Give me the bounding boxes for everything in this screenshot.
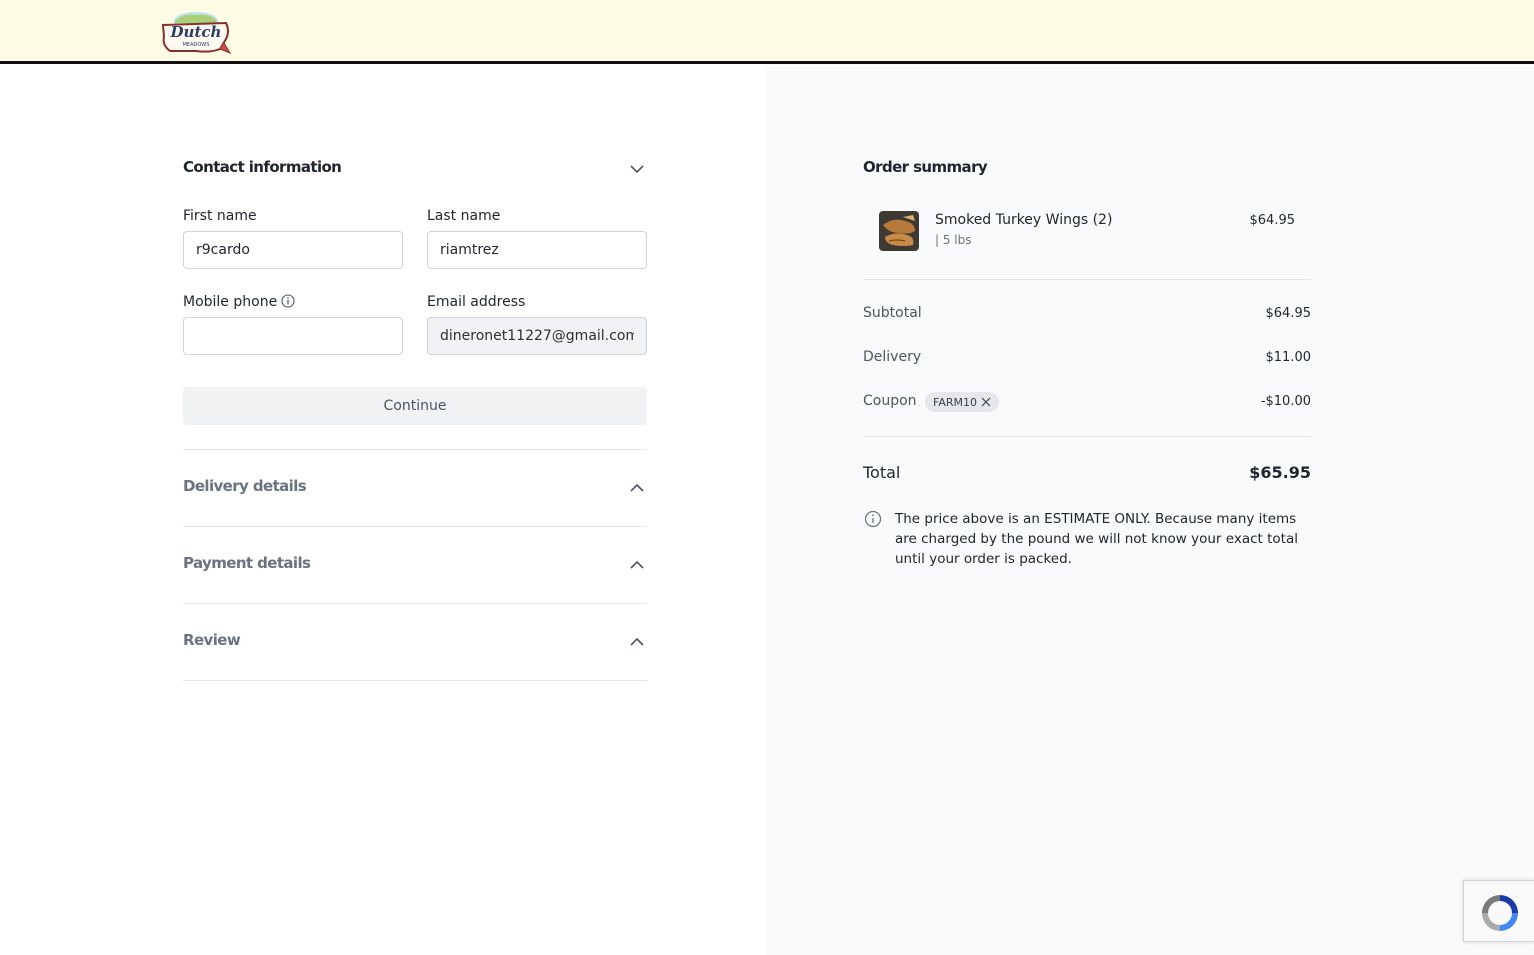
payment-section-title[interactable]: Payment details xyxy=(183,554,311,572)
divider xyxy=(183,680,647,681)
info-icon[interactable] xyxy=(281,294,295,308)
product-weight: | 5 lbs xyxy=(935,233,972,247)
chevron-up-icon[interactable] xyxy=(628,479,646,497)
coupon-label: Coupon xyxy=(863,393,917,409)
continue-button[interactable]: Continue xyxy=(183,387,647,425)
logo-subtext: MEADOWS xyxy=(183,42,210,48)
coupon-value: -$10.00 xyxy=(1260,394,1311,409)
divider xyxy=(183,526,647,527)
estimate-note: The price above is an ESTIMATE ONLY. Bec… xyxy=(895,511,1298,567)
chevron-down-icon[interactable] xyxy=(628,160,646,178)
product-thumbnail xyxy=(879,211,919,251)
product-name: Smoked Turkey Wings (2) xyxy=(935,212,1113,228)
subtotal-value: $64.95 xyxy=(1265,306,1312,321)
email-label: Email address xyxy=(427,294,526,310)
divider xyxy=(183,603,647,604)
contact-section-title[interactable]: Contact information xyxy=(183,158,342,176)
last-name-label: Last name xyxy=(427,208,501,224)
product-price: $64.95 xyxy=(1249,213,1296,228)
delivery-value: $11.00 xyxy=(1265,350,1312,365)
chevron-up-icon[interactable] xyxy=(628,633,646,651)
divider xyxy=(183,449,647,450)
header-bar: Dutch MEADOWS xyxy=(0,0,1534,64)
last-name-input[interactable] xyxy=(427,231,647,269)
first-name-input[interactable] xyxy=(183,231,403,269)
coupon-code: FARM10 xyxy=(933,395,977,409)
first-name-label: First name xyxy=(183,208,257,224)
order-summary-title: Order summary xyxy=(863,158,988,176)
recaptcha-badge[interactable] xyxy=(1463,880,1534,942)
coupon-chip: FARM10 xyxy=(925,392,999,412)
subtotal-label: Subtotal xyxy=(863,305,922,321)
delivery-label: Delivery xyxy=(863,349,922,365)
logo-icon[interactable]: Dutch MEADOWS xyxy=(160,9,232,55)
mobile-phone-label: Mobile phone xyxy=(183,294,278,310)
delivery-section-title[interactable]: Delivery details xyxy=(183,477,307,495)
total-value: $65.95 xyxy=(1249,463,1311,482)
review-section-title[interactable]: Review xyxy=(183,631,241,649)
info-icon xyxy=(864,510,882,528)
mobile-phone-input[interactable] xyxy=(183,317,403,355)
divider xyxy=(863,279,1311,280)
chevron-up-icon[interactable] xyxy=(628,556,646,574)
close-icon[interactable] xyxy=(981,397,991,407)
logo-text: Dutch xyxy=(170,23,222,41)
email-input[interactable] xyxy=(427,317,647,355)
total-label: Total xyxy=(863,463,901,482)
mobile-phone-label-wrap: Mobile phone xyxy=(183,294,295,310)
recaptcha-icon xyxy=(1482,895,1518,931)
divider xyxy=(863,436,1311,437)
